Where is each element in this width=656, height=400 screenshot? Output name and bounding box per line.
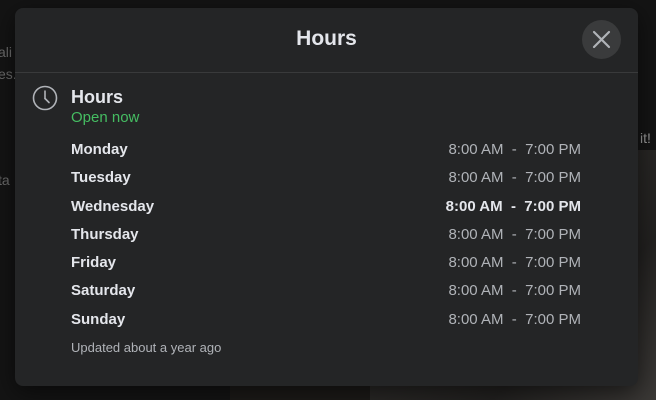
time-range: 8:00 AM - 7:00 PM [448, 141, 581, 158]
day-label: Friday [71, 254, 117, 272]
hours-dialog: Hours Hours Open now Monday 8:00 AM - 7:… [15, 8, 638, 386]
hours-row-saturday: Saturday 8:00 AM - 7:00 PM [71, 280, 581, 308]
background-text: it! [640, 130, 651, 146]
time-range: 8:00 AM - 7:00 PM [448, 254, 581, 272]
dialog-title: Hours [296, 27, 357, 50]
background-text: ta [0, 172, 10, 188]
hours-list: Monday 8:00 AM - 7:00 PM Tuesday 8:00 AM… [71, 139, 581, 337]
day-label: Saturday [71, 282, 136, 300]
day-label: Sunday [71, 310, 126, 328]
time-range: 8:00 AM - 7:00 PM [448, 169, 581, 187]
open-status: Open now [71, 109, 140, 126]
day-label: Tuesday [71, 169, 131, 187]
time-range: 8:00 AM - 7:00 PM [448, 225, 581, 243]
time-range: 8:00 AM - 7:00 PM [448, 282, 581, 300]
hours-row-tuesday: Tuesday 8:00 AM - 7:00 PM [71, 167, 581, 195]
dialog-header: Hours [15, 8, 638, 73]
background-text: ali [0, 44, 13, 60]
day-label: Thursday [71, 225, 139, 243]
time-range: 8:00 AM - 7:00 PM [448, 310, 581, 328]
day-label: Monday [71, 141, 128, 158]
clock-icon [32, 85, 58, 111]
time-range-today: 8:00 AM - 7:00 PM [445, 197, 581, 215]
hours-row-monday: Monday 8:00 AM - 7:00 PM [71, 139, 581, 167]
hours-row-thursday: Thursday 8:00 AM - 7:00 PM [71, 224, 581, 252]
hours-row-sunday: Sunday 8:00 AM - 7:00 PM [71, 309, 581, 337]
hours-section-title: Hours [71, 87, 124, 107]
hours-row-wednesday: Wednesday 8:00 AM - 7:00 PM [71, 196, 581, 224]
hours-row-friday: Friday 8:00 AM - 7:00 PM [71, 252, 581, 280]
close-icon [592, 30, 611, 49]
updated-note: Updated about a year ago [71, 340, 222, 355]
day-label: Wednesday [71, 197, 155, 215]
close-button[interactable] [582, 20, 621, 59]
